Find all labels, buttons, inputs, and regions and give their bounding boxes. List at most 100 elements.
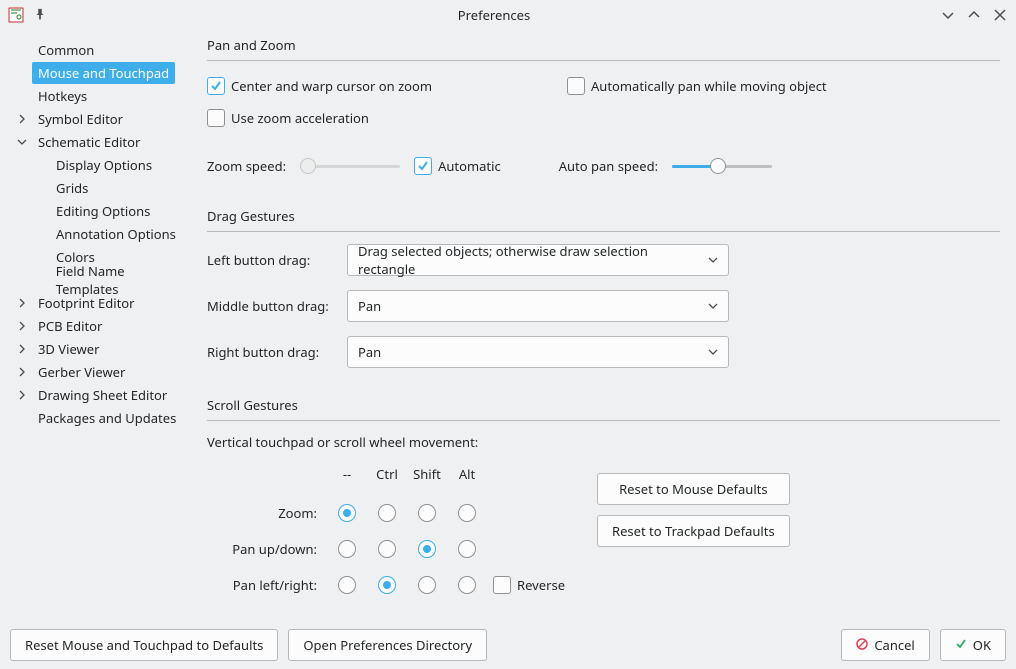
sidebar-item-drawing-sheet-editor[interactable]: Drawing Sheet Editor [10,383,195,406]
zoom-alt-radio[interactable] [458,504,476,522]
sidebar-item-mouse-and-touchpad[interactable]: Mouse and Touchpad [10,61,195,84]
chevron-right-icon[interactable] [14,387,30,403]
col-ctrl: Ctrl [367,465,407,483]
row-panlr-label: Pan left/right: [207,576,327,594]
checkbox-icon [207,109,225,127]
sidebar-item-editing-options[interactable]: Editing Options [10,199,195,222]
chevron-down-icon [708,303,718,309]
pin-icon[interactable] [32,7,48,23]
sidebar-item-field-name-templates[interactable]: Field Name Templates [10,268,195,291]
sidebar-item-grids[interactable]: Grids [10,176,195,199]
sidebar-item-label: Schematic Editor [32,131,146,153]
chevron-right-icon[interactable] [14,341,30,357]
chevron-right-icon[interactable] [14,111,30,127]
cancel-icon [856,636,868,654]
section-drag-gestures: Drag Gestures Left button drag: Drag sel… [207,205,1000,368]
section-scroll-gestures: Scroll Gestures Vertical touchpad or scr… [207,394,1000,621]
sidebar-item-label: Editing Options [50,200,156,222]
sidebar-item-label: Packages and Updates [32,407,182,429]
zoom-speed-slider [300,157,400,175]
checkbox-icon [567,77,585,95]
sidebar-item-label: Footprint Editor [32,292,141,314]
panlr-shift-radio[interactable] [418,576,436,594]
reverse-label: Reverse [517,576,565,594]
sidebar-item-symbol-editor[interactable]: Symbol Editor [10,107,195,130]
app-icon [8,7,24,23]
sidebar-item-common[interactable]: Common [10,38,195,61]
middle-drag-select[interactable]: Pan [347,290,729,322]
sidebar-item-gerber-viewer[interactable]: Gerber Viewer [10,360,195,383]
tree-spacer [14,88,30,104]
zoom-none-radio[interactable] [338,504,356,522]
chevron-right-icon[interactable] [14,295,30,311]
check-icon [955,636,967,654]
auto-pan-move-checkbox[interactable]: Automatically pan while moving object [567,73,1000,99]
sidebar-item-label: Mouse and Touchpad [32,62,175,84]
panud-shift-radio[interactable] [418,540,436,558]
panud-ctrl-radio[interactable] [378,540,396,558]
panud-none-radio[interactable] [338,540,356,558]
center-warp-checkbox[interactable]: Center and warp cursor on zoom [207,73,567,99]
col-none: -- [327,465,367,483]
checkbox-icon [414,157,432,175]
sidebar-item-label: Drawing Sheet Editor [32,384,173,406]
sidebar-item-label: Common [32,39,100,61]
col-alt: Alt [447,465,487,483]
reset-mouse-defaults-button[interactable]: Reset to Mouse Defaults [597,473,790,505]
checkbox-icon [493,576,511,594]
maximize-icon[interactable] [966,7,982,23]
chevron-down-icon [708,257,718,263]
auto-pan-move-label: Automatically pan while moving object [591,77,827,95]
auto-pan-speed-slider[interactable] [672,157,772,175]
sidebar-item-display-options[interactable]: Display Options [10,153,195,176]
chevron-right-icon[interactable] [14,318,30,334]
sidebar-item-label: PCB Editor [32,315,108,337]
tree-spacer [14,410,30,426]
sidebar-item-label: Symbol Editor [32,108,129,130]
chevron-down-icon[interactable] [14,134,30,150]
reverse-checkbox[interactable]: Reverse [487,572,567,598]
zoom-automatic-checkbox[interactable]: Automatic [414,153,501,179]
checkbox-icon [207,77,225,95]
panlr-ctrl-radio[interactable] [378,576,396,594]
window-title: Preferences [48,6,940,24]
sidebar-item-hotkeys[interactable]: Hotkeys [10,84,195,107]
right-drag-label: Right button drag: [207,343,347,361]
sidebar-item-label: Gerber Viewer [32,361,131,383]
titlebar: Preferences [0,0,1016,30]
panlr-alt-radio[interactable] [458,576,476,594]
zoom-shift-radio[interactable] [418,504,436,522]
panlr-none-radio[interactable] [338,576,356,594]
close-icon[interactable] [992,7,1008,23]
left-drag-select[interactable]: Drag selected objects; otherwise draw se… [347,244,729,276]
minimize-icon[interactable] [940,7,956,23]
use-zoom-accel-checkbox[interactable]: Use zoom acceleration [207,105,1000,131]
reset-defaults-button[interactable]: Reset Mouse and Touchpad to Defaults [10,629,278,661]
left-drag-label: Left button drag: [207,251,347,269]
sidebar-item-3d-viewer[interactable]: 3D Viewer [10,337,195,360]
sidebar-item-label: Grids [50,177,94,199]
sidebar-item-pcb-editor[interactable]: PCB Editor [10,314,195,337]
sidebar-item-label: 3D Viewer [32,338,105,360]
row-panud-label: Pan up/down: [207,540,327,558]
sidebar-item-packages-and-updates[interactable]: Packages and Updates [10,406,195,429]
pan-zoom-heading: Pan and Zoom [207,34,1000,61]
chevron-down-icon [708,349,718,355]
row-zoom-label: Zoom: [207,504,327,522]
sidebar-item-label: Display Options [50,154,158,176]
right-drag-select[interactable]: Pan [347,336,729,368]
zoom-ctrl-radio[interactable] [378,504,396,522]
cancel-button[interactable]: Cancel [841,629,929,661]
ok-button[interactable]: OK [940,629,1006,661]
scroll-intro: Vertical touchpad or scroll wheel moveme… [207,433,567,451]
drag-gestures-heading: Drag Gestures [207,205,1000,232]
tree-spacer [14,65,30,81]
left-drag-value: Drag selected objects; otherwise draw se… [358,242,708,278]
sidebar-item-annotation-options[interactable]: Annotation Options [10,222,195,245]
middle-drag-label: Middle button drag: [207,297,347,315]
chevron-right-icon[interactable] [14,364,30,380]
reset-trackpad-defaults-button[interactable]: Reset to Trackpad Defaults [597,515,790,547]
open-prefs-dir-button[interactable]: Open Preferences Directory [288,629,487,661]
sidebar-item-schematic-editor[interactable]: Schematic Editor [10,130,195,153]
panud-alt-radio[interactable] [458,540,476,558]
